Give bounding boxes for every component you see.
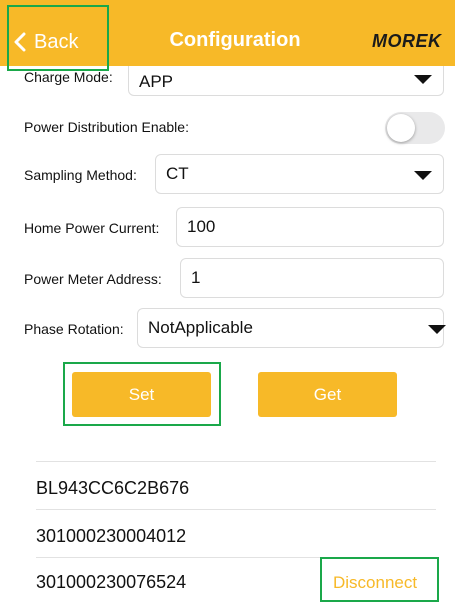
chevron-down-icon (428, 325, 446, 334)
device-item-name[interactable]: 301000230004012 (36, 526, 186, 547)
charge-mode-label: Charge Mode: (24, 69, 113, 85)
chevron-down-icon (414, 171, 432, 180)
back-highlight-box (7, 5, 109, 71)
power-distribution-label: Power Distribution Enable: (24, 119, 189, 135)
disconnect-highlight-box (320, 557, 439, 602)
home-power-current-value: 100 (187, 217, 216, 236)
toggle-knob (387, 114, 415, 142)
list-divider (36, 461, 436, 462)
phase-rotation-value: NotApplicable (148, 318, 253, 337)
phase-rotation-label: Phase Rotation: (24, 321, 124, 337)
power-meter-address-input[interactable]: 1 (180, 258, 444, 298)
get-button[interactable]: Get (258, 372, 397, 417)
power-distribution-toggle[interactable] (385, 112, 445, 144)
power-meter-address-value: 1 (191, 268, 201, 287)
sampling-method-label: Sampling Method: (24, 167, 137, 183)
power-meter-address-label: Power Meter Address: (24, 271, 162, 287)
list-divider (36, 509, 436, 510)
chevron-down-icon (414, 75, 432, 84)
device-item-name[interactable]: BL943CC6C2B676 (36, 478, 189, 499)
phase-rotation-select[interactable]: NotApplicable (137, 308, 446, 348)
sampling-method-select[interactable]: CT (155, 154, 444, 194)
device-item-name[interactable]: 301000230076524 (36, 572, 186, 593)
home-power-current-input[interactable]: 100 (176, 207, 444, 247)
set-highlight-box (63, 362, 221, 426)
sampling-method-value: CT (166, 164, 189, 183)
home-power-current-label: Home Power Current: (24, 220, 160, 236)
get-button-label: Get (313, 384, 342, 404)
brand-logo: MOREK (372, 31, 442, 51)
